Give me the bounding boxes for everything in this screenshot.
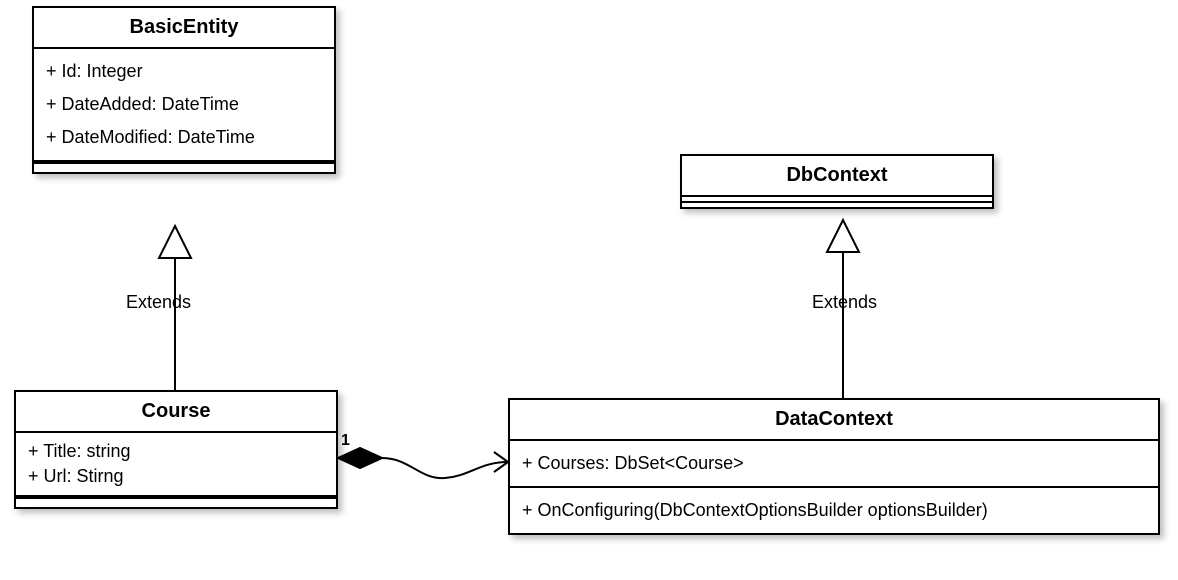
class-name: DbContext — [682, 156, 992, 197]
class-name: BasicEntity — [34, 8, 334, 49]
class-operations-empty — [682, 203, 992, 207]
attr: + Title: string — [28, 439, 324, 464]
attr: + Id: Integer — [46, 55, 322, 88]
extends-label: Extends — [810, 292, 879, 313]
class-name: DataContext — [510, 400, 1158, 441]
class-datacontext: DataContext + Courses: DbSet<Course> + O… — [508, 398, 1160, 535]
class-attributes: + Title: string + Url: Stirng — [16, 433, 336, 497]
attr: + DateAdded: DateTime — [46, 88, 322, 121]
class-attributes: + Courses: DbSet<Course> — [510, 441, 1158, 488]
class-operations: + OnConfiguring(DbContextOptionsBuilder … — [510, 488, 1158, 533]
op: + OnConfiguring(DbContextOptionsBuilder … — [522, 494, 1146, 527]
attr: + DateModified: DateTime — [46, 121, 322, 154]
attr: + Url: Stirng — [28, 464, 324, 489]
class-course: Course + Title: string + Url: Stirng — [14, 390, 338, 509]
class-operations-empty — [34, 162, 334, 172]
extends-label: Extends — [124, 292, 193, 313]
attr: + Courses: DbSet<Course> — [522, 447, 1146, 480]
multiplicity-label: 1 — [341, 432, 350, 450]
class-basicentity: BasicEntity + Id: Integer + DateAdded: D… — [32, 6, 336, 174]
class-attributes: + Id: Integer + DateAdded: DateTime + Da… — [34, 49, 334, 162]
class-dbcontext: DbContext — [680, 154, 994, 209]
composition-course-datacontext — [338, 448, 508, 478]
class-operations-empty — [16, 497, 336, 507]
class-name: Course — [16, 392, 336, 433]
